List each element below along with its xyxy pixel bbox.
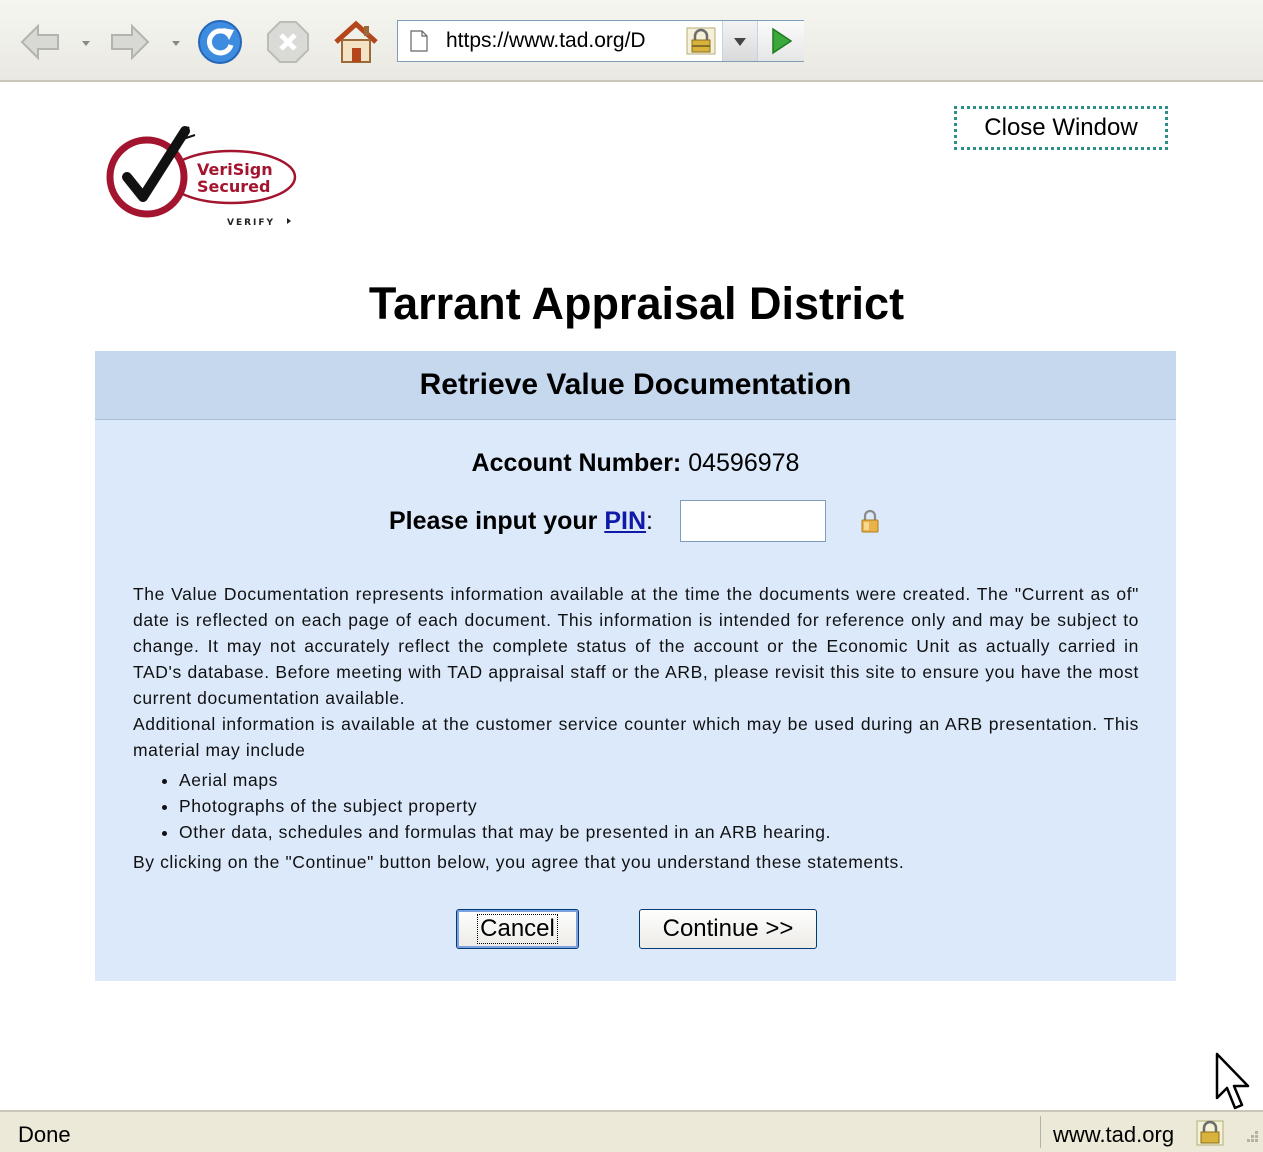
back-dropdown-icon[interactable]	[80, 38, 92, 48]
pin-suffix: :	[646, 507, 653, 535]
address-dropdown-button[interactable]	[722, 21, 757, 61]
page-icon	[410, 30, 428, 52]
padlock-icon[interactable]	[686, 27, 716, 55]
logo-text-verify: VERIFY	[227, 218, 275, 228]
list-item: Aerial maps	[179, 767, 1139, 793]
continue-button[interactable]: Continue >>	[639, 909, 817, 949]
page-title: Tarrant Appraisal District	[368, 278, 905, 329]
address-bar[interactable]: https://www.tad.org/D	[397, 20, 804, 62]
account-number-value: 04596978	[688, 449, 800, 477]
reload-icon[interactable]	[196, 18, 244, 66]
pin-prefix: Please input your	[389, 507, 605, 535]
resize-grip-icon[interactable]	[1240, 1128, 1260, 1148]
mouse-cursor-icon	[1215, 1052, 1250, 1110]
cancel-button[interactable]: Cancel	[456, 909, 579, 949]
pin-input[interactable]	[680, 500, 826, 542]
panel-title: Retrieve Value Documentation	[95, 351, 1176, 420]
back-arrow-icon[interactable]	[16, 18, 64, 66]
disclaimer-text: The Value Documentation represents infor…	[133, 581, 1139, 875]
home-icon[interactable]	[332, 18, 380, 66]
material-list: Aerial maps Photographs of the subject p…	[133, 767, 1139, 845]
list-item: Other data, schedules and formulas that …	[179, 819, 1139, 845]
status-divider	[1040, 1116, 1041, 1148]
disclaimer-paragraph-1: The Value Documentation represents infor…	[133, 584, 1139, 708]
status-domain: www.tad.org	[1053, 1122, 1175, 1147]
chevron-down-icon	[734, 38, 746, 46]
forward-dropdown-icon[interactable]	[170, 38, 182, 48]
go-button[interactable]	[757, 21, 804, 61]
agreement-statement: By clicking on the "Continue" button bel…	[133, 852, 905, 872]
account-number-label: Account Number:	[471, 449, 682, 477]
pin-label: Please input your PIN:	[389, 507, 653, 536]
cancel-button-label: Cancel	[477, 914, 558, 944]
padlock-icon[interactable]	[1196, 1120, 1224, 1146]
disclaimer-paragraph-2: Additional information is available at t…	[133, 714, 1139, 760]
value-documentation-panel: Retrieve Value Documentation Account Num…	[95, 351, 1176, 981]
status-text: Done	[18, 1122, 71, 1147]
padlock-icon	[861, 509, 879, 533]
list-item: Photographs of the subject property	[179, 793, 1139, 819]
status-bar: Done www.tad.org	[0, 1110, 1263, 1152]
account-number-row: Account Number: 04596978	[95, 449, 1176, 478]
forward-arrow-icon[interactable]	[106, 18, 154, 66]
logo-text-secured: Secured	[197, 177, 270, 196]
go-arrow-icon	[772, 27, 793, 55]
browser-toolbar: https://www.tad.org/D	[0, 0, 1263, 82]
pin-help-link[interactable]: PIN	[604, 507, 646, 535]
address-text[interactable]: https://www.tad.org/D	[446, 29, 686, 53]
verisign-secured-logo[interactable]: VeriSign Secured VERIFY	[105, 125, 305, 230]
close-window-button[interactable]: Close Window	[954, 106, 1168, 150]
stop-icon[interactable]	[264, 18, 312, 66]
pin-row: Please input your PIN:	[95, 499, 1176, 543]
